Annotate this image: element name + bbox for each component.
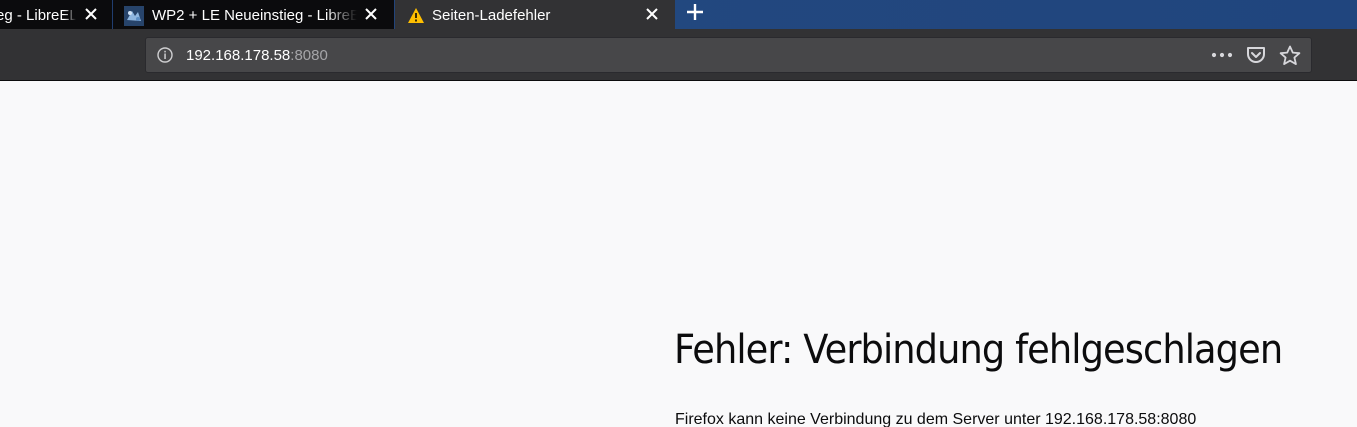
error-description: Firefox kann keine Verbindung zu dem Ser…	[675, 411, 1197, 427]
tab-bar: eg - LibreELEC WP2 + LE Neueinstieg - Li…	[0, 0, 1357, 29]
warning-icon	[407, 7, 425, 25]
url-bar[interactable]: 192.168.178.58:8080	[145, 37, 1312, 73]
url-port: :8080	[290, 47, 328, 64]
navigation-toolbar: 192.168.178.58:8080	[0, 29, 1357, 81]
tab-title: eg - LibreELEC	[0, 7, 76, 24]
tab-title: WP2 + LE Neueinstieg - LibreELEC	[152, 7, 357, 24]
star-icon[interactable]	[1275, 42, 1305, 68]
close-tab-icon[interactable]	[80, 3, 102, 25]
error-title: Fehler: Verbindung fehlgeschlagen	[674, 327, 1283, 373]
more-icon[interactable]	[1207, 42, 1237, 68]
page-actions	[1203, 42, 1305, 68]
new-tab-button[interactable]	[680, 0, 710, 24]
close-tab-icon[interactable]	[360, 3, 382, 25]
close-tab-icon[interactable]	[641, 3, 663, 25]
page-content: Fehler: Verbindung fehlgeschlagen Firefo…	[0, 81, 1357, 427]
pocket-icon[interactable]	[1241, 42, 1271, 68]
tab-1[interactable]: eg - LibreELEC	[0, 0, 112, 29]
libreelec-favicon	[124, 5, 144, 26]
url-text[interactable]: 192.168.178.58:8080	[186, 47, 328, 64]
url-host: 192.168.178.58	[186, 47, 291, 64]
tab-title: Seiten-Ladefehler	[432, 7, 551, 24]
info-icon[interactable]	[156, 46, 174, 64]
plus-icon	[687, 4, 703, 20]
tab-3-active[interactable]: Seiten-Ladefehler	[395, 0, 675, 29]
tab-2[interactable]: WP2 + LE Neueinstieg - LibreELEC	[113, 0, 394, 29]
